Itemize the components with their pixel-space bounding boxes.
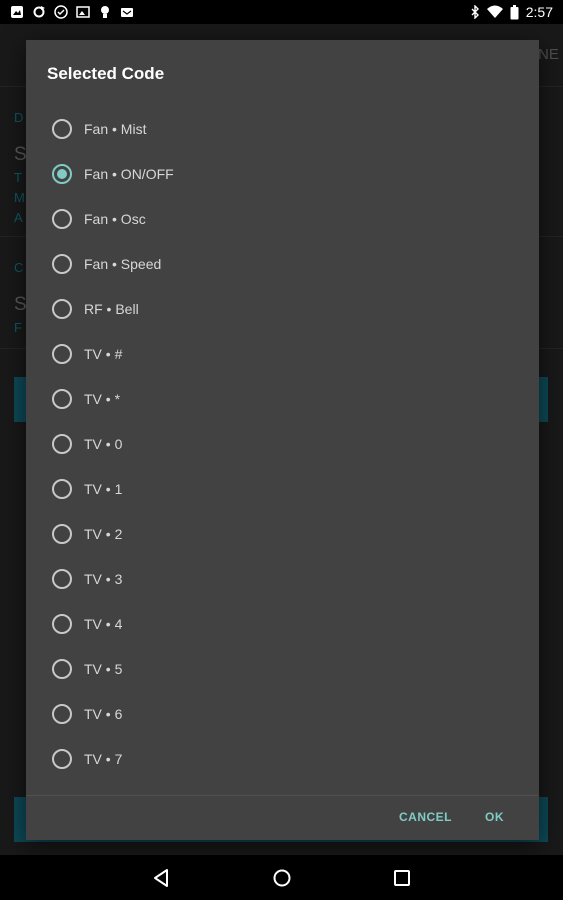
bg-line-fragment: M bbox=[14, 190, 25, 205]
radio-button[interactable] bbox=[52, 703, 72, 724]
radio-button[interactable] bbox=[52, 118, 72, 139]
status-time: 2:57 bbox=[525, 4, 553, 20]
code-option[interactable]: Fan • Osc bbox=[26, 196, 539, 241]
code-option-label: TV • 3 bbox=[84, 570, 123, 587]
code-option-label: Fan • Speed bbox=[84, 255, 162, 272]
inbox-icon bbox=[121, 8, 133, 17]
code-option-label: RF • Bell bbox=[84, 300, 139, 317]
bg-section-fragment: C bbox=[14, 260, 24, 275]
bg-title-fragment: S bbox=[14, 294, 27, 315]
wifi-icon bbox=[486, 5, 503, 18]
code-option-label: TV • 5 bbox=[84, 660, 123, 677]
radio-button[interactable] bbox=[52, 298, 72, 319]
bg-line-fragment: A bbox=[14, 210, 23, 225]
bg-line-fragment: F bbox=[14, 320, 22, 335]
code-option[interactable]: TV • # bbox=[26, 331, 539, 376]
radio-button[interactable] bbox=[52, 523, 72, 544]
bg-title-fragment: S bbox=[14, 144, 27, 165]
code-option[interactable]: Fan • ON/OFF bbox=[26, 151, 539, 196]
code-option[interactable]: Fan • Speed bbox=[26, 241, 539, 286]
radio-button[interactable] bbox=[52, 748, 72, 769]
cancel-button[interactable]: CANCEL bbox=[399, 810, 452, 824]
photo-icon bbox=[76, 6, 90, 18]
bg-line-fragment: T bbox=[14, 170, 22, 185]
home-icon[interactable] bbox=[271, 867, 293, 889]
radio-button[interactable] bbox=[52, 208, 72, 229]
bg-header-fragment: NE bbox=[538, 46, 559, 63]
radio-button[interactable] bbox=[52, 478, 72, 499]
radio-button-checked[interactable] bbox=[52, 163, 72, 184]
dialog-title: Selected Code bbox=[47, 64, 165, 83]
code-option[interactable]: RF • Bell bbox=[26, 286, 539, 331]
dialog-actions: CANCEL OK bbox=[26, 796, 539, 840]
back-icon[interactable] bbox=[151, 867, 173, 889]
code-option-label: TV • * bbox=[84, 390, 121, 407]
code-option-label: TV • 1 bbox=[84, 480, 123, 497]
status-bar: 2:57 bbox=[0, 0, 563, 24]
code-option[interactable]: TV • 7 bbox=[26, 736, 539, 781]
code-option-list[interactable]: Fan • Mist Fan • ON/OFF Fan • Osc Fan • Spe… bbox=[26, 106, 539, 796]
navigation-bar bbox=[0, 855, 563, 900]
code-option-label: Fan • Osc bbox=[84, 210, 146, 227]
radio-button[interactable] bbox=[52, 343, 72, 364]
code-option[interactable]: TV • 5 bbox=[26, 646, 539, 691]
gallery-icon bbox=[11, 6, 23, 18]
check-circle-icon bbox=[54, 5, 68, 19]
code-option-label: TV • 6 bbox=[84, 705, 123, 722]
code-option-label: TV • 2 bbox=[84, 525, 123, 542]
selected-code-dialog: Selected Code Fan • Mist Fan • ON/OFF Fan … bbox=[26, 40, 539, 840]
sync-icon bbox=[33, 6, 45, 18]
battery-icon bbox=[510, 4, 519, 19]
radio-button[interactable] bbox=[52, 433, 72, 454]
radio-button[interactable] bbox=[52, 388, 72, 409]
radio-button[interactable] bbox=[52, 613, 72, 634]
radio-button[interactable] bbox=[52, 253, 72, 274]
bluetooth-icon bbox=[471, 5, 479, 19]
code-option[interactable]: Fan • Mist bbox=[26, 106, 539, 151]
recents-icon[interactable] bbox=[391, 867, 413, 889]
code-option-label: TV • # bbox=[84, 345, 123, 362]
code-option[interactable]: TV • 0 bbox=[26, 421, 539, 466]
code-option[interactable]: TV • 3 bbox=[26, 556, 539, 601]
lightbulb-icon bbox=[101, 6, 109, 18]
code-option-label: TV • 7 bbox=[84, 750, 123, 767]
code-option[interactable]: TV • * bbox=[26, 376, 539, 421]
bg-section-fragment: D bbox=[14, 110, 24, 125]
code-option-label: TV • 4 bbox=[84, 615, 123, 632]
code-option-label: Fan • Mist bbox=[84, 120, 147, 137]
radio-button[interactable] bbox=[52, 658, 72, 679]
code-option[interactable]: TV • 2 bbox=[26, 511, 539, 556]
code-option[interactable]: TV • 1 bbox=[26, 466, 539, 511]
code-option-label: TV • 0 bbox=[84, 435, 123, 452]
ok-button[interactable]: OK bbox=[485, 810, 504, 824]
code-option-label: Fan • ON/OFF bbox=[84, 165, 174, 182]
code-option[interactable]: TV • 4 bbox=[26, 601, 539, 646]
code-option[interactable]: TV • 6 bbox=[26, 691, 539, 736]
radio-button[interactable] bbox=[52, 568, 72, 589]
